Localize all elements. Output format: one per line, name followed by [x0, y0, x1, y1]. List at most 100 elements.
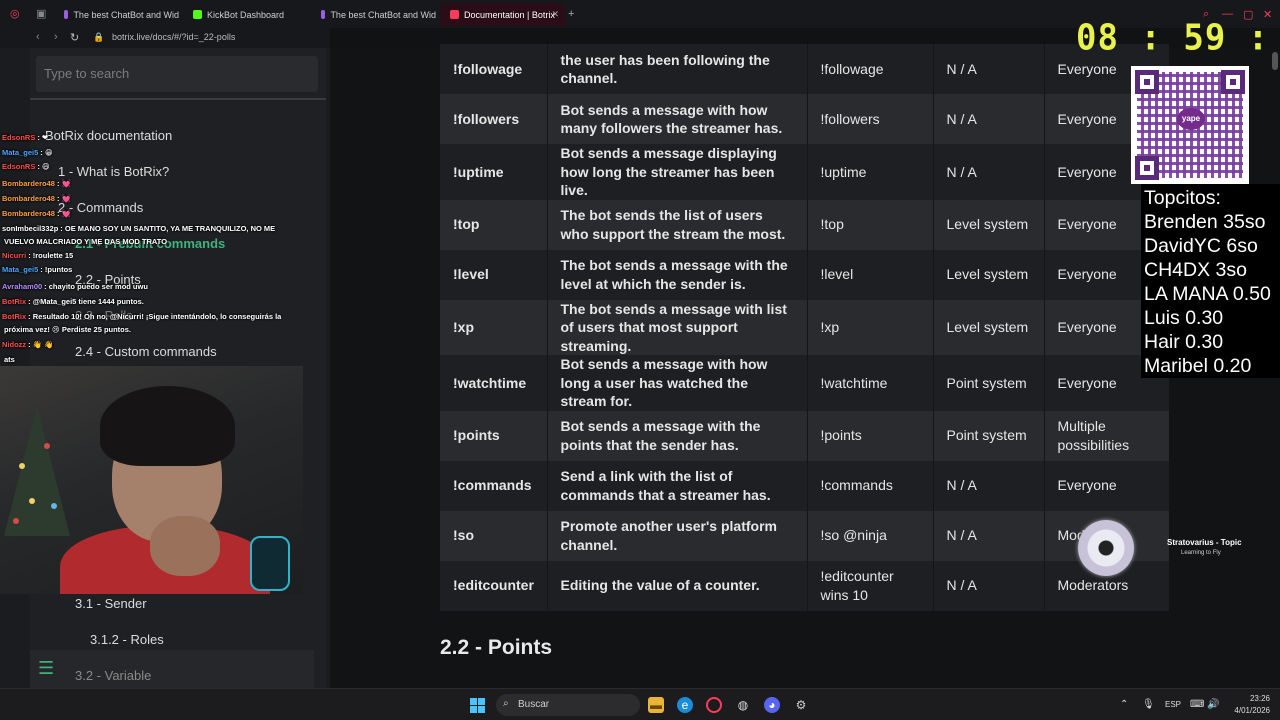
table-row: !followage the user has been following th…	[440, 44, 1169, 94]
chat-username[interactable]: Nidozz	[2, 340, 26, 349]
example-cell: !so @ninja	[806, 510, 933, 561]
tab-overview-icon[interactable]: ▣	[36, 7, 46, 20]
taskbar-date[interactable]: 4/01/2026	[1222, 706, 1270, 715]
chat-username[interactable]: Nicurri	[2, 251, 26, 260]
sidebar-divider	[30, 98, 326, 100]
requirement-cell: N / A	[932, 460, 1044, 511]
command-cell: !editcounter	[440, 560, 547, 611]
sidebar-bottom-bar	[30, 650, 314, 688]
chat-username[interactable]: Avraham00	[2, 282, 42, 291]
command-cell: !top	[440, 199, 547, 250]
new-tab-icon[interactable]: +	[568, 8, 574, 20]
chat-username[interactable]: EdsonRS	[2, 133, 35, 142]
leaderboard-entry: Luis 0.30	[1144, 307, 1224, 329]
menu-icon[interactable]: ☰	[38, 658, 54, 679]
chat-username[interactable]: Bombardero48	[2, 209, 55, 218]
table-row: !followers Bot sends a message with how m…	[440, 94, 1169, 144]
example-cell: !commands	[806, 460, 933, 511]
search-input[interactable]: Type to search	[36, 56, 318, 92]
tab-chatbot-1[interactable]: The best ChatBot and Wid	[54, 3, 179, 26]
back-icon[interactable]: ‹	[36, 31, 40, 43]
chat-username[interactable]: Bombardero48	[2, 194, 55, 203]
chat-message: Mata_gei5: 😁	[2, 148, 53, 157]
chat-username[interactable]: EdsonRS	[2, 162, 35, 171]
reload-icon[interactable]: ↻	[70, 31, 79, 44]
sidebar-item-sender[interactable]: 3.1 - Sender	[75, 596, 147, 611]
sidebar-item-what-is-botrix[interactable]: 1 - What is BotRix?	[58, 164, 169, 179]
chat-text: : Resultado 10! Oh no, @Nicurri! ¡Sigue …	[28, 312, 282, 321]
tab-label: The best ChatBot and Wid	[330, 9, 436, 20]
chat-text: próxima vez! 😢 Perdiste 25 puntos.	[4, 325, 132, 334]
description-cell: Bot sends a message with the points that…	[546, 410, 807, 461]
tab-close-icon[interactable]: ✕	[551, 9, 559, 20]
microphone-tray-icon[interactable]: 🎙	[1142, 699, 1155, 710]
requirement-cell: N / A	[932, 44, 1044, 94]
table-row: !top The bot sends the list of users who …	[440, 199, 1169, 250]
volume-icon[interactable]: 🔊	[1207, 699, 1219, 710]
command-cell: !followers	[440, 94, 547, 144]
chat-message: próxima vez! 😢 Perdiste 25 puntos.	[2, 325, 131, 334]
language-indicator[interactable]: ESP	[1165, 700, 1181, 709]
tab-favicon-icon	[64, 10, 69, 19]
chat-message: Bombardero48: 💓	[2, 179, 71, 188]
sidebar-item-custom-commands[interactable]: 2.4 - Custom commands	[75, 344, 217, 359]
chat-username[interactable]: Mata_gei5	[2, 148, 38, 157]
chat-text: : 😄	[37, 162, 50, 171]
chat-text: : @Mata_gei5 tiene 1444 puntos.	[28, 297, 144, 306]
file-explorer-icon[interactable]: ▬	[648, 697, 664, 713]
chat-message: EdsonRS: 😄	[2, 162, 50, 171]
edge-browser-icon[interactable]: e	[677, 697, 693, 713]
music-disc-icon	[1078, 520, 1134, 576]
chat-username[interactable]: Bombardero48	[2, 179, 55, 188]
command-cell: !xp	[440, 299, 547, 355]
obs-icon[interactable]: ◍	[735, 697, 751, 713]
song-artist: Stratovarius - Topic	[1167, 538, 1242, 547]
windows-start-icon[interactable]	[470, 698, 486, 714]
prebuilt-commands-table: !followage the user has been following th…	[440, 44, 1169, 611]
description-cell: Bot sends a message displaying how long …	[546, 144, 807, 200]
network-icon[interactable]: ⌨	[1190, 699, 1204, 710]
tray-chevron-icon[interactable]: ⌃	[1120, 699, 1128, 710]
chat-username[interactable]: Mata_gei5	[2, 265, 38, 274]
opera-logo-icon[interactable]: ◎	[10, 7, 20, 20]
tab-favicon-icon	[450, 10, 459, 19]
qr-finder-mark	[1221, 70, 1245, 94]
stream-clock: 08 : 59 : 04	[1076, 17, 1280, 59]
sidebar-item-botrix-documentation[interactable]: BotRix documentation	[45, 128, 172, 143]
settings-gear-icon[interactable]: ⚙	[793, 697, 809, 713]
requirement-cell: N / A	[932, 144, 1044, 200]
yape-logo: yape	[1177, 108, 1205, 130]
command-cell: !so	[440, 510, 547, 561]
opera-icon[interactable]	[706, 697, 722, 713]
description-cell: the user has been following the channel.	[546, 44, 807, 94]
chat-text: : !roulette 15	[28, 251, 74, 260]
chat-message: VUELVO MALCRIADO Y ME DAS MOD TRATO	[2, 237, 167, 246]
chat-username[interactable]: BotRix	[2, 297, 26, 306]
discord-icon[interactable]: ◕	[764, 697, 780, 713]
chat-text: : OE MANO SOY UN SANTITO, YA ME TRANQUIL…	[60, 224, 276, 233]
description-cell: Send a link with the list of commands th…	[546, 460, 807, 511]
url-text[interactable]: botrix.live/docs/#/?id=_22-polls	[112, 32, 235, 42]
donation-qr-code: yape	[1131, 66, 1249, 184]
webcam-feed	[0, 366, 303, 594]
taskbar-time[interactable]: 23:26	[1228, 694, 1270, 703]
tab-chatbot-2[interactable]: The best ChatBot and Wid	[311, 3, 436, 26]
leaderboard-entry: DavidYC 6so	[1144, 235, 1258, 257]
chat-message: ats	[2, 355, 15, 364]
chat-username[interactable]: BotRix	[2, 312, 26, 321]
sidebar-item-variable[interactable]: 3.2 - Variable	[75, 668, 151, 683]
description-cell: Bot sends a message with how long a user…	[546, 355, 807, 411]
tab-documentation[interactable]: Documentation | Botrix ✕	[440, 3, 565, 26]
microphone-image	[250, 536, 290, 591]
taskbar-search[interactable]: ⌕ Buscar	[496, 694, 640, 716]
song-title: Learning to Fly	[1181, 550, 1221, 556]
leaderboard-title: Topcitos:	[1144, 187, 1221, 209]
search-icon: ⌕	[503, 698, 509, 709]
forward-icon[interactable]: ›	[54, 31, 58, 43]
chat-message: EdsonRS: ❤	[2, 133, 48, 142]
christmas-tree-image	[4, 406, 70, 536]
tab-kickbot[interactable]: KickBot Dashboard	[183, 3, 308, 26]
chat-text: : chayito puedo ser mod uwu	[44, 282, 148, 291]
chat-username[interactable]: sonImbecil332p	[2, 224, 58, 233]
sidebar-item-roles[interactable]: 3.1.2 - Roles	[90, 632, 164, 647]
